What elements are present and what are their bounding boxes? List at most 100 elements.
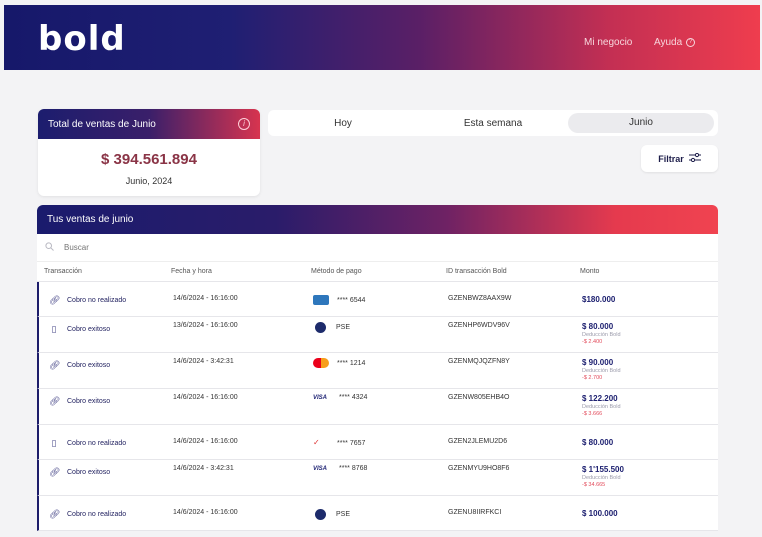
- row-id: GZENMYU9HO8F6: [448, 465, 510, 472]
- filter-button[interactable]: Filtrar: [641, 145, 718, 172]
- row-transaction: Cobro exitoso: [67, 469, 111, 476]
- search-icon: [45, 241, 54, 254]
- sales-panel: Tus ventas de junio Transacción Fecha y …: [37, 205, 718, 531]
- row-amount: $ 1'155.500: [582, 465, 624, 474]
- total-sales-header: Total de ventas de Junio i: [38, 109, 260, 139]
- row-deduction-label: Deducción Bold: [582, 332, 621, 338]
- tab-hoy[interactable]: Hoy: [268, 118, 418, 129]
- total-sales-title: Total de ventas de Junio: [48, 118, 156, 130]
- total-sales-date: Junio, 2024: [125, 176, 173, 186]
- table-header: Transacción Fecha y hora Método de pago …: [37, 262, 718, 282]
- row-payment: PSE: [313, 322, 448, 333]
- row-payment-text: **** 1214: [337, 359, 366, 367]
- row-datetime: 14/6/2024 - 16:16:00: [173, 509, 238, 516]
- row-amount-cell: $ 100.000: [582, 509, 702, 518]
- row-deduction: -$ 34.665: [582, 482, 606, 488]
- col-metodo-pago: Método de pago: [311, 268, 362, 275]
- row-amount: $ 90.000: [582, 358, 614, 367]
- row-transaction: Cobro no realizado: [67, 511, 127, 518]
- visa-icon: VISA: [313, 465, 328, 472]
- row-transaction: Cobro exitoso: [67, 326, 111, 333]
- table-row[interactable]: 🔗︎ Cobro exitoso 14/6/2024 - 3:42:31 VIS…: [37, 460, 718, 496]
- row-datetime: 14/6/2024 - 3:42:31: [173, 358, 234, 365]
- row-deduction-label: Deducción Bold: [582, 475, 621, 481]
- row-datetime: 14/6/2024 - 3:42:31: [173, 465, 234, 472]
- sliders-icon: [688, 152, 701, 165]
- nav-mi-negocio[interactable]: Mi negocio: [584, 37, 632, 48]
- row-datetime: 14/6/2024 - 16:16:00: [173, 438, 238, 445]
- help-icon: ?: [686, 38, 696, 47]
- row-amount-cell: $ 80.000 Deducción Bold -$ 2.400: [582, 322, 702, 345]
- row-transaction-cell: ▯ Cobro exitoso: [39, 322, 173, 335]
- col-fecha-hora: Fecha y hora: [171, 268, 212, 275]
- row-payment: **** 6544: [313, 295, 448, 305]
- row-payment: VISA **** 8768: [313, 465, 448, 472]
- row-payment-text: **** 7657: [337, 439, 366, 447]
- link-icon: 🔗︎: [49, 360, 61, 370]
- row-payment: VISA **** 4324: [313, 394, 448, 401]
- table-row[interactable]: 🔗︎ Cobro exitoso 14/6/2024 - 3:42:31 ***…: [37, 353, 718, 389]
- info-icon[interactable]: i: [238, 118, 250, 130]
- row-payment-text: **** 4324: [339, 394, 368, 401]
- row-payment: PSE: [313, 509, 448, 520]
- row-payment: **** 1214: [313, 358, 448, 368]
- terminal-icon: ▯: [51, 438, 57, 448]
- row-payment: ✓ **** 7657: [313, 438, 448, 448]
- row-payment-text: PSE: [336, 511, 351, 518]
- col-monto: Monto: [580, 268, 600, 275]
- pse-icon: [315, 509, 326, 520]
- row-amount-cell: $180.000: [582, 295, 702, 304]
- row-amount-cell: $ 122.200 Deducción Bold -$ 3.666: [582, 394, 702, 417]
- row-transaction: Cobro no realizado: [67, 440, 127, 447]
- pse-icon: [315, 322, 326, 333]
- tab-junio[interactable]: Junio: [568, 113, 714, 133]
- link-icon: 🔗︎: [49, 467, 61, 477]
- col-transaccion: Transacción: [44, 268, 82, 275]
- col-id-transaccion: ID transacción Bold: [446, 268, 507, 275]
- visa-icon: VISA: [313, 394, 328, 401]
- row-id: GZENBWZ8AAX9W: [448, 295, 512, 302]
- row-payment-text: **** 8768: [339, 465, 368, 472]
- row-deduction: -$ 2.700: [582, 375, 603, 381]
- row-amount-cell: $ 80.000: [582, 438, 702, 447]
- total-sales-amount: $ 394.561.894: [101, 151, 197, 168]
- row-amount: $ 80.000: [582, 322, 614, 331]
- row-amount: $ 80.000: [582, 438, 614, 447]
- search-input[interactable]: [64, 243, 264, 252]
- row-transaction-cell: 🔗︎ Cobro no realizado: [39, 295, 173, 306]
- tab-esta-semana[interactable]: Esta semana: [418, 118, 568, 129]
- row-deduction: -$ 2.400: [582, 339, 603, 345]
- amex-icon: [313, 295, 329, 305]
- row-datetime: 14/6/2024 - 16:16:00: [173, 295, 238, 302]
- table-row[interactable]: 🔗︎ Cobro exitoso 14/6/2024 - 16:16:00 VI…: [37, 389, 718, 425]
- table-row[interactable]: ▯ Cobro no realizado 14/6/2024 - 16:16:0…: [37, 425, 718, 460]
- table-row[interactable]: ▯ Cobro exitoso 13/6/2024 - 16:16:00 PSE…: [37, 317, 718, 353]
- link-icon: 🔗︎: [49, 509, 61, 519]
- row-id: GZEN2JLEMU2D6: [448, 438, 508, 445]
- row-id: GZENU8IIRFKCI: [448, 509, 502, 516]
- nav-ayuda[interactable]: Ayuda ?: [654, 37, 696, 48]
- row-datetime: 14/6/2024 - 16:16:00: [173, 394, 238, 401]
- table-row[interactable]: 🔗︎ Cobro no realizado 14/6/2024 - 16:16:…: [37, 282, 718, 317]
- row-amount: $180.000: [582, 295, 616, 304]
- row-transaction-cell: 🔗︎ Cobro exitoso: [39, 358, 173, 371]
- mastercard-icon: [313, 358, 329, 368]
- bold-logo[interactable]: bold: [38, 19, 126, 59]
- terminal-icon: ▯: [51, 324, 57, 334]
- table-row[interactable]: 🔗︎ Cobro no realizado 14/6/2024 - 16:16:…: [37, 496, 718, 531]
- row-id: GZENHP6WDV96V: [448, 322, 510, 329]
- filter-label: Filtrar: [658, 153, 684, 164]
- row-transaction-cell: 🔗︎ Cobro exitoso: [39, 465, 173, 478]
- sales-title: Tus ventas de junio: [47, 214, 134, 225]
- row-amount-cell: $ 1'155.500 Deducción Bold -$ 34.665: [582, 465, 702, 488]
- link-icon: 🔗︎: [49, 396, 61, 406]
- row-datetime: 13/6/2024 - 16:16:00: [173, 322, 238, 329]
- sales-header: Tus ventas de junio: [37, 205, 718, 234]
- row-amount: $ 122.200: [582, 394, 618, 403]
- row-transaction: Cobro exitoso: [67, 362, 111, 369]
- search-bar: [37, 234, 718, 262]
- card-brand-icon: ✓: [313, 438, 320, 447]
- row-id: GZENW805EHB4O: [448, 394, 510, 401]
- row-deduction-label: Deducción Bold: [582, 368, 621, 374]
- row-transaction-cell: ▯ Cobro no realizado: [39, 438, 173, 449]
